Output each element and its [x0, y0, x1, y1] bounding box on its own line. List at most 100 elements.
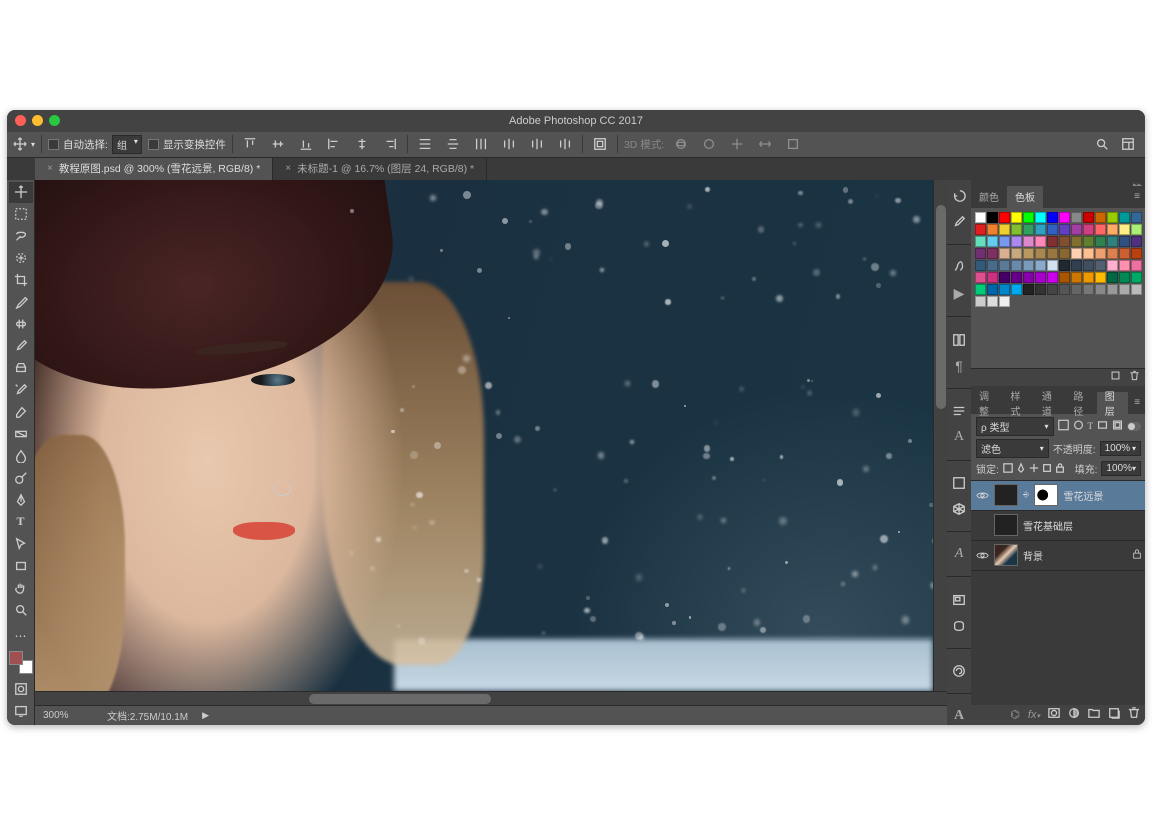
- swatch[interactable]: [1083, 272, 1094, 283]
- swatch[interactable]: [1011, 236, 1022, 247]
- layer-thumbnail[interactable]: [994, 484, 1018, 506]
- swatch[interactable]: [1131, 284, 1142, 295]
- layer-fx-icon[interactable]: fx▾: [1028, 709, 1040, 721]
- type-panel-icon[interactable]: A: [950, 708, 968, 724]
- swatch[interactable]: [1059, 236, 1070, 247]
- swatch[interactable]: [1059, 272, 1070, 283]
- swatch[interactable]: [975, 284, 986, 295]
- swatch[interactable]: [1023, 260, 1034, 271]
- glyphs-panel-icon[interactable]: [950, 663, 968, 679]
- spot-heal-tool[interactable]: [9, 313, 33, 335]
- align-vcenter-button[interactable]: [267, 135, 289, 153]
- swatch[interactable]: [999, 284, 1010, 295]
- info-panel-icon[interactable]: [950, 475, 968, 491]
- lasso-tool[interactable]: [9, 225, 33, 247]
- panel-menu-icon[interactable]: ≡: [1128, 397, 1145, 408]
- swatch[interactable]: [1071, 212, 1082, 223]
- show-transform-checkbox[interactable]: [148, 139, 159, 150]
- marquee-tool[interactable]: [9, 203, 33, 225]
- character-panel-icon[interactable]: A: [950, 429, 968, 445]
- swatch[interactable]: [1131, 272, 1142, 283]
- lock-all-icon[interactable]: [1055, 461, 1065, 477]
- screen-mode-button[interactable]: [9, 700, 33, 722]
- edit-toolbar-button[interactable]: ⋯: [9, 625, 33, 647]
- document-info[interactable]: 文档:2.75M/10.1M: [107, 708, 188, 723]
- swatch[interactable]: [987, 284, 998, 295]
- vertical-scrollbar[interactable]: [933, 180, 947, 691]
- swatch[interactable]: [1071, 224, 1082, 235]
- swatch[interactable]: [1095, 212, 1106, 223]
- distribute-right-button[interactable]: [554, 135, 576, 153]
- layer-mask-icon[interactable]: [1048, 706, 1060, 723]
- swatch[interactable]: [1023, 284, 1034, 295]
- swatch[interactable]: [1047, 272, 1058, 283]
- eyedropper-tool[interactable]: [9, 291, 33, 313]
- lock-pixels-icon[interactable]: [1003, 461, 1013, 477]
- align-top-button[interactable]: [239, 135, 261, 153]
- layer-row[interactable]: ⎆雪花远景: [971, 481, 1145, 511]
- type-tool[interactable]: T: [9, 511, 33, 533]
- navigator-panel-icon[interactable]: [950, 591, 968, 607]
- new-group-icon[interactable]: [1088, 706, 1100, 723]
- lock-image-icon[interactable]: [1029, 461, 1039, 477]
- paragraph-panel-icon[interactable]: ¶: [950, 358, 968, 374]
- swatch[interactable]: [1119, 248, 1130, 259]
- layer-name[interactable]: 雪花基础层: [1023, 518, 1073, 533]
- swatch[interactable]: [975, 260, 986, 271]
- visibility-toggle[interactable]: [975, 550, 989, 560]
- 3d-panel-icon[interactable]: [950, 501, 968, 517]
- layer-thumbnail[interactable]: [994, 544, 1018, 566]
- align-hcenter-button[interactable]: [351, 135, 373, 153]
- move-tool[interactable]: [9, 182, 33, 204]
- swatch[interactable]: [1023, 224, 1034, 235]
- swatch[interactable]: [999, 296, 1010, 307]
- distribute-hcenter-button[interactable]: [526, 135, 548, 153]
- paragraph-styles-icon[interactable]: [950, 403, 968, 419]
- filter-toggle[interactable]: [1127, 422, 1141, 431]
- layers-tab[interactable]: 图层: [1097, 392, 1128, 414]
- swatch[interactable]: [1095, 272, 1106, 283]
- blur-tool[interactable]: [9, 445, 33, 467]
- swatch[interactable]: [1011, 284, 1022, 295]
- swatch[interactable]: [1095, 248, 1106, 259]
- swatch[interactable]: [987, 260, 998, 271]
- character-styles-icon[interactable]: A: [950, 546, 968, 562]
- hand-tool[interactable]: [9, 577, 33, 599]
- swatch[interactable]: [1059, 284, 1070, 295]
- zoom-tool[interactable]: [9, 599, 33, 621]
- swatch[interactable]: [987, 224, 998, 235]
- channels-tab[interactable]: 通道: [1034, 392, 1065, 414]
- swatch[interactable]: [975, 236, 986, 247]
- filter-smart-icon[interactable]: [1112, 418, 1123, 435]
- swatch[interactable]: [1011, 212, 1022, 223]
- auto-select-dropdown[interactable]: 组: [112, 135, 142, 154]
- swatch[interactable]: [999, 224, 1010, 235]
- swatch[interactable]: [1071, 284, 1082, 295]
- swatch[interactable]: [1107, 260, 1118, 271]
- auto-select-checkbox[interactable]: [48, 139, 59, 150]
- workspace-button[interactable]: [1117, 135, 1139, 153]
- align-left-button[interactable]: [323, 135, 345, 153]
- swatch[interactable]: [1107, 212, 1118, 223]
- filter-adjustment-icon[interactable]: [1073, 418, 1084, 435]
- styles-tab[interactable]: 样式: [1002, 392, 1033, 414]
- swatch[interactable]: [975, 248, 986, 259]
- swatch[interactable]: [1071, 236, 1082, 247]
- swatch[interactable]: [1119, 212, 1130, 223]
- swatch[interactable]: [1023, 212, 1034, 223]
- swatch[interactable]: [1131, 224, 1142, 235]
- history-panel-icon[interactable]: [950, 188, 968, 204]
- swatch[interactable]: [1071, 248, 1082, 259]
- fill-input[interactable]: 100%▾: [1101, 461, 1141, 476]
- document-tab-2[interactable]: × 未标题-1 @ 16.7% (图层 24, RGB/8) *: [273, 158, 487, 180]
- swatch[interactable]: [1131, 260, 1142, 271]
- visibility-toggle[interactable]: [975, 490, 989, 500]
- layer-row[interactable]: 雪花基础层: [971, 511, 1145, 541]
- swatch[interactable]: [987, 248, 998, 259]
- 3d-slide-button[interactable]: [754, 135, 776, 153]
- panel-menu-icon[interactable]: ≡: [1128, 191, 1145, 202]
- swatch[interactable]: [1083, 260, 1094, 271]
- lock-position-icon[interactable]: [1016, 461, 1026, 477]
- quick-select-tool[interactable]: [9, 247, 33, 269]
- lock-artboard-icon[interactable]: [1042, 461, 1052, 477]
